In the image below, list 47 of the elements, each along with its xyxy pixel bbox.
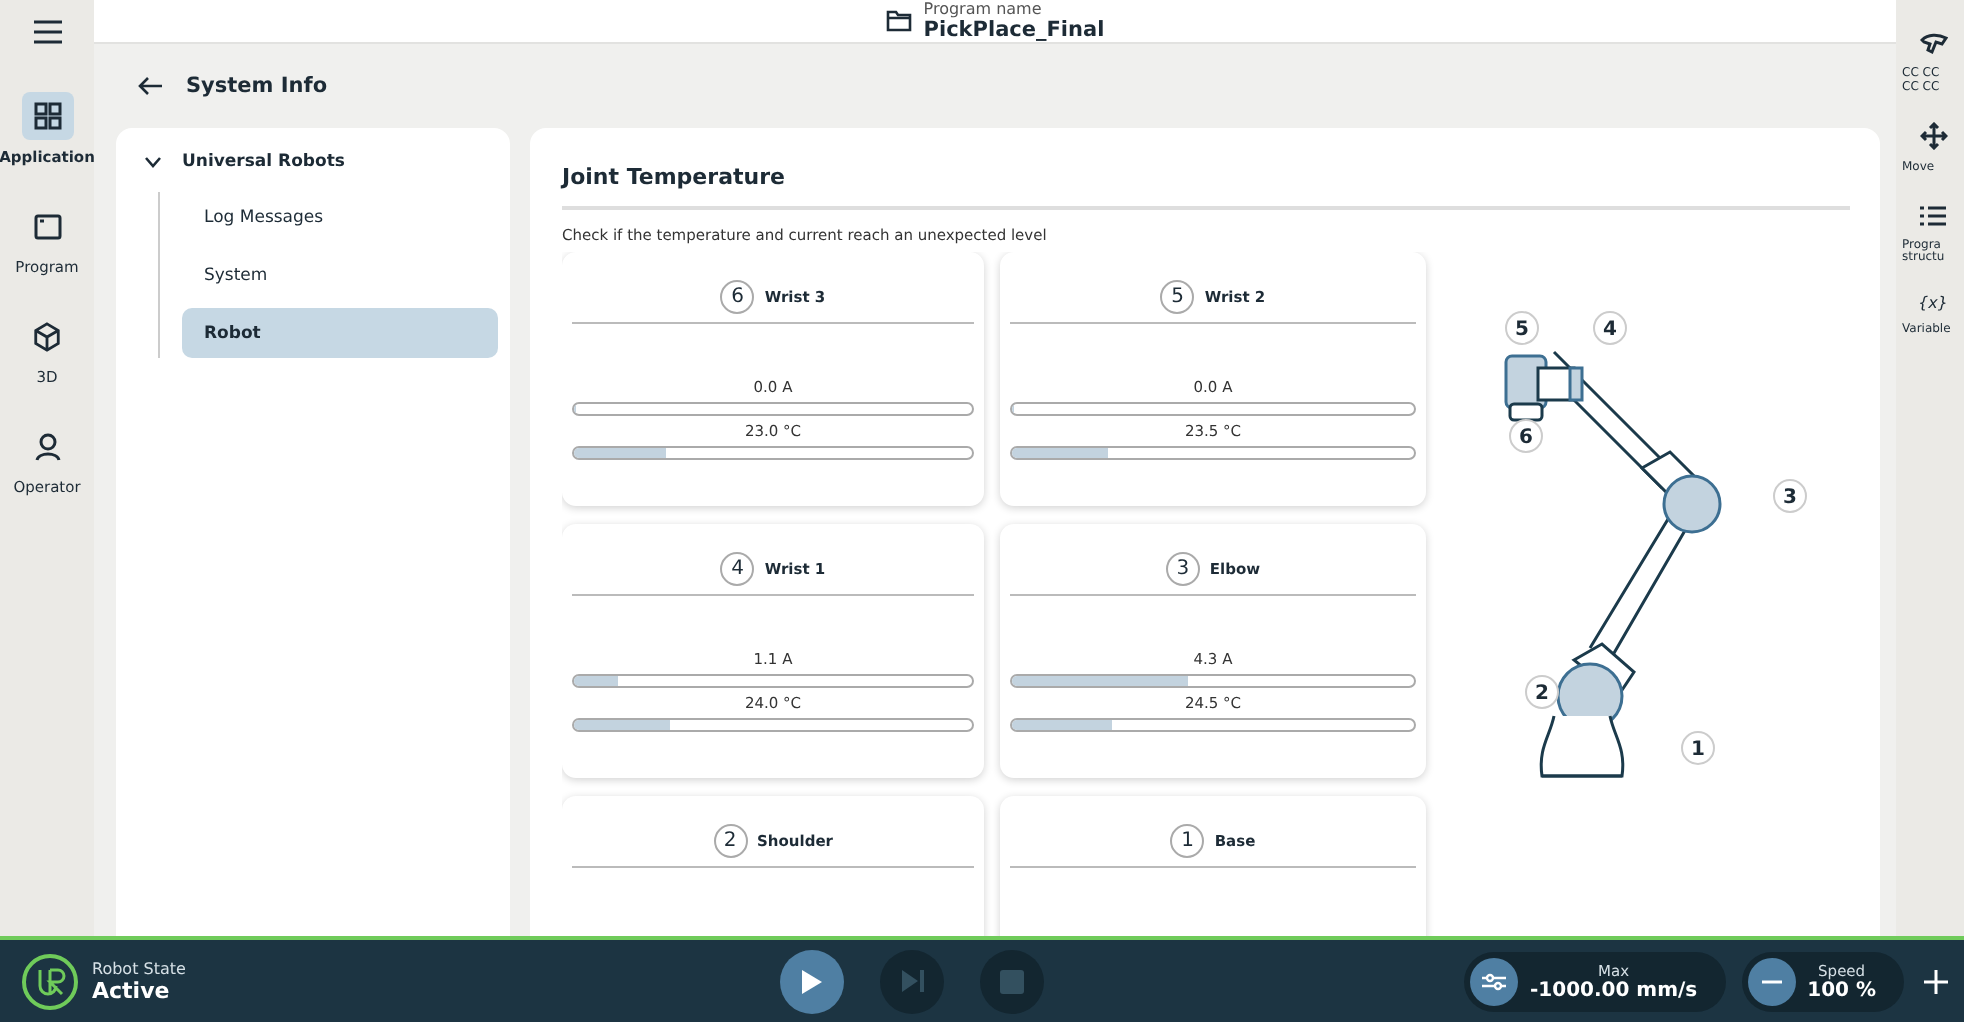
- joint-callout: 3: [1773, 479, 1807, 513]
- move-arrows-icon: [1919, 122, 1947, 151]
- tree-group[interactable]: Universal Robots: [128, 148, 361, 176]
- joint-number: 3: [1165, 552, 1200, 586]
- adjust-button[interactable]: [1470, 957, 1518, 1005]
- tree-item[interactable]: Robot: [182, 308, 498, 358]
- list-icon: [1918, 203, 1948, 228]
- step-forward-icon: [899, 968, 925, 994]
- variable-symbol: {x}: [1918, 293, 1948, 312]
- play-button[interactable]: [780, 949, 844, 1013]
- joint-callout: 4: [1593, 311, 1627, 345]
- play-icon: [800, 967, 824, 995]
- max-value: -1000.00 mm/s: [1530, 979, 1698, 1001]
- increase-speed-button[interactable]: [1920, 969, 1952, 993]
- joint-callout: 5: [1505, 311, 1539, 345]
- stop-icon: [1000, 969, 1024, 993]
- joint-number: 5: [1160, 280, 1195, 314]
- tree-item[interactable]: Log Messages: [182, 192, 498, 242]
- menu-icon: [33, 20, 61, 44]
- tree-item[interactable]: System: [182, 250, 498, 300]
- sliders-icon: [1482, 971, 1506, 991]
- panel-title: Joint Temperature: [562, 160, 1850, 210]
- back-arrow-icon: [138, 76, 162, 96]
- joint-callout: 1: [1681, 731, 1715, 765]
- joint-callout: 6: [1509, 419, 1543, 453]
- cube-icon: [32, 321, 62, 351]
- folder-icon: [885, 10, 912, 32]
- logo-icon: [20, 951, 80, 1011]
- person-icon: [33, 431, 61, 461]
- speed-value: 100 %: [1807, 979, 1876, 1001]
- chevron-icon: [144, 156, 162, 168]
- robot-state: Active: [92, 977, 172, 1003]
- program-name: PickPlace_Final: [923, 18, 1105, 42]
- grid-icon: [33, 102, 61, 130]
- gripper-icon: [1919, 32, 1947, 56]
- program-name-caption: Program name: [923, 0, 1044, 18]
- page-title: System Info: [186, 74, 328, 98]
- minus-icon: [1761, 979, 1782, 983]
- joint-number: 6: [720, 280, 755, 314]
- robot-state-caption: Robot State: [92, 959, 186, 977]
- joint-number: 4: [720, 552, 755, 586]
- joint-callout: 2: [1525, 675, 1559, 709]
- plus-icon: [1924, 969, 1948, 993]
- window-icon: [33, 213, 61, 239]
- joint-number: 2: [713, 824, 748, 858]
- joint-number: 1: [1170, 824, 1205, 858]
- decrease-speed-button[interactable]: [1747, 957, 1796, 1005]
